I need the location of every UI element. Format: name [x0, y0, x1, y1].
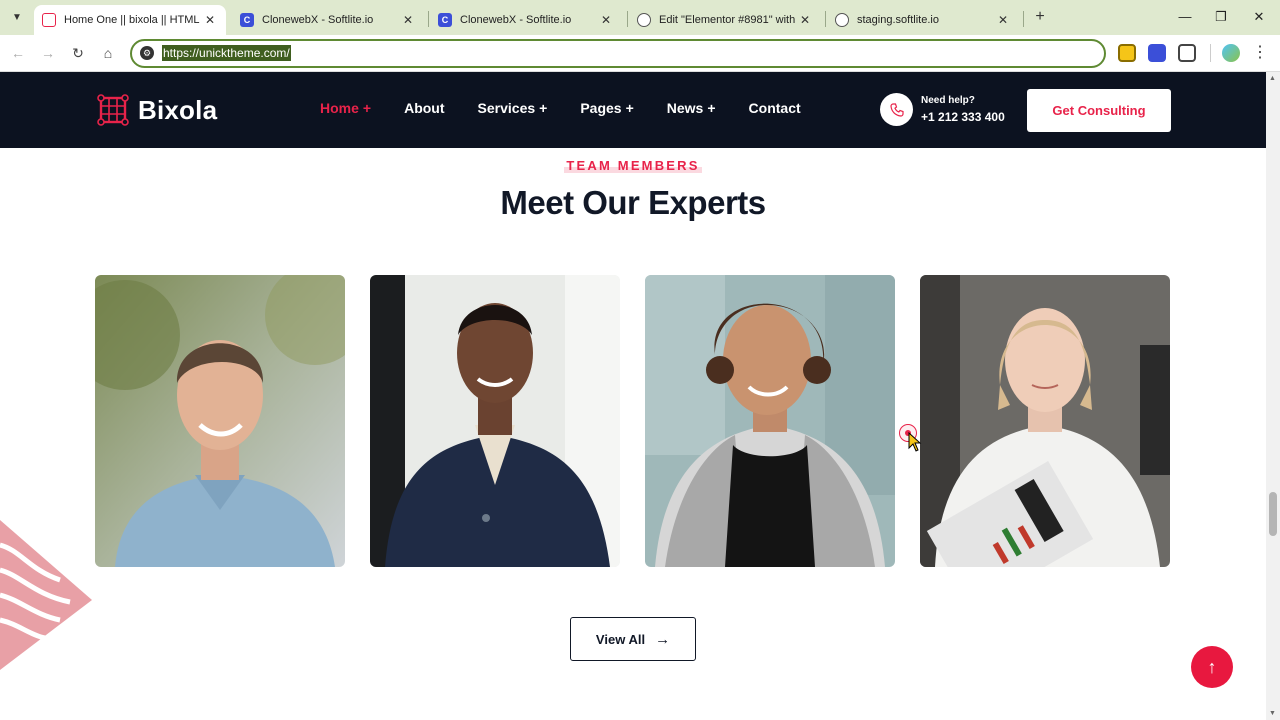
- new-tab-button[interactable]: +: [1030, 7, 1050, 27]
- page-scrollbar[interactable]: ▲ ▼: [1266, 72, 1280, 720]
- puzzle-extensions-icon[interactable]: [1178, 44, 1196, 62]
- scrollbar-thumb[interactable]: [1269, 492, 1277, 536]
- team-member-photo: [920, 275, 1170, 567]
- clonewebx-favicon-icon: C: [438, 13, 452, 27]
- site-header: Bixola Home + About Services + Pages + News…: [0, 72, 1266, 148]
- section-eyebrow: TEAM MEMBERS: [0, 157, 1266, 175]
- browser-tab-4[interactable]: staging.softlite.io ✕: [827, 5, 1019, 35]
- plus-icon: +: [625, 100, 634, 116]
- toolbar-divider: [1210, 44, 1211, 62]
- logo-text: Bixola: [138, 94, 218, 125]
- nav-item-pages[interactable]: Pages +: [580, 100, 633, 116]
- tab-divider: [428, 11, 429, 27]
- get-consulting-button[interactable]: Get Consulting: [1027, 89, 1171, 132]
- profile-avatar[interactable]: [1222, 44, 1240, 62]
- bixola-logo-icon: [97, 94, 129, 126]
- tab-divider: [825, 11, 826, 27]
- nav-item-news[interactable]: News +: [667, 100, 716, 116]
- tab-title: Home One || bixola || HTML 5 Te: [64, 14, 202, 26]
- address-bar[interactable]: ⚙ https://unicktheme.com/: [130, 39, 1106, 68]
- bixola-favicon-icon: [42, 13, 56, 27]
- nav-label: Home: [320, 100, 359, 116]
- tab-title: ClonewebX - Softlite.io: [262, 14, 374, 26]
- nav-item-about[interactable]: About: [404, 100, 444, 116]
- decorative-shape-icon: [0, 520, 92, 670]
- section-heading: Meet Our Experts: [500, 184, 766, 221]
- nav-item-services[interactable]: Services +: [478, 100, 548, 116]
- home-button[interactable]: ⌂: [97, 42, 119, 64]
- window-close-button[interactable]: ✕: [1244, 6, 1274, 28]
- tab-divider: [1023, 11, 1024, 27]
- plus-icon: +: [362, 100, 372, 116]
- globe-favicon-icon: [835, 13, 849, 27]
- nav-label: Pages: [580, 100, 622, 116]
- back-to-top-button[interactable]: ↑: [1191, 646, 1233, 688]
- team-member-card-4[interactable]: [920, 275, 1170, 567]
- site-info-icon[interactable]: ⚙: [140, 46, 154, 60]
- nav-item-contact[interactable]: Contact: [749, 100, 801, 116]
- back-button[interactable]: ←: [7, 42, 29, 64]
- team-member-photo: [370, 275, 620, 567]
- browser-tab-strip: ▼ Home One || bixola || HTML 5 Te ✕ C Cl…: [0, 0, 1280, 35]
- browser-tab-2[interactable]: C ClonewebX - Softlite.io ✕: [430, 5, 622, 35]
- extension-icon[interactable]: [1118, 44, 1136, 62]
- tab-divider: [627, 11, 628, 27]
- tab-title: staging.softlite.io: [857, 14, 939, 26]
- team-member-card-2[interactable]: [370, 275, 620, 567]
- forward-button[interactable]: →: [37, 42, 59, 64]
- clonewebx-extension-icon[interactable]: [1148, 44, 1166, 62]
- phone-icon: [880, 93, 913, 126]
- view-all-button[interactable]: View All →: [570, 617, 696, 661]
- maximize-button[interactable]: ❐: [1206, 6, 1236, 28]
- tab-title: Edit "Elementor #8981" with Ele: [659, 14, 797, 26]
- browser-tab-0[interactable]: Home One || bixola || HTML 5 Te ✕: [34, 5, 226, 35]
- minimize-button[interactable]: —: [1170, 6, 1200, 28]
- eyebrow-text: TEAM MEMBERS: [564, 158, 702, 173]
- nav-item-home[interactable]: Home +: [320, 100, 371, 116]
- arrow-right-icon: →: [655, 630, 671, 648]
- scroll-down-arrow-icon[interactable]: ▼: [1269, 710, 1276, 717]
- mouse-pointer-icon: [908, 432, 922, 452]
- browser-tab-3[interactable]: Edit "Elementor #8981" with Ele ✕: [629, 5, 821, 35]
- arrow-up-icon: ↑: [1207, 656, 1217, 677]
- tab-close-icon[interactable]: ✕: [400, 13, 416, 27]
- reload-button[interactable]: ↻: [67, 42, 89, 64]
- browser-toolbar: ← → ↻ ⌂ ⚙ https://unicktheme.com/ ⋮: [0, 35, 1280, 72]
- tab-search-chevron-icon[interactable]: ▼: [6, 6, 28, 28]
- tab-close-icon[interactable]: ✕: [202, 13, 218, 27]
- team-member-card-1[interactable]: [95, 275, 345, 567]
- nav-label: About: [404, 100, 445, 116]
- browser-tab-1[interactable]: C ClonewebX - Softlite.io ✕: [232, 5, 424, 35]
- scroll-up-arrow-icon[interactable]: ▲: [1269, 75, 1276, 82]
- help-label: Need help?: [921, 95, 975, 106]
- nav-label: News: [666, 100, 704, 116]
- help-phone[interactable]: +1 212 333 400: [921, 110, 1005, 124]
- tab-title: ClonewebX - Softlite.io: [460, 14, 572, 26]
- view-all-label: View All: [595, 631, 646, 647]
- team-member-photo: [645, 275, 895, 567]
- plus-icon: +: [539, 100, 548, 116]
- help-contact[interactable]: Need help? +1 212 333 400: [880, 93, 1005, 126]
- tab-close-icon[interactable]: ✕: [797, 13, 813, 27]
- tab-close-icon[interactable]: ✕: [598, 13, 614, 27]
- tab-close-icon[interactable]: ✕: [995, 13, 1011, 27]
- main-nav: Home + About Services + Pages + News + Conta…: [320, 100, 834, 116]
- team-member-photo: [95, 275, 345, 567]
- address-url[interactable]: https://unicktheme.com/: [162, 45, 291, 61]
- site-logo[interactable]: Bixola: [97, 94, 217, 126]
- team-member-card-3[interactable]: [645, 275, 895, 567]
- nav-label: Services: [477, 100, 536, 116]
- globe-favicon-icon: [637, 13, 651, 27]
- nav-label: Contact: [748, 100, 801, 116]
- browser-menu-icon[interactable]: ⋮: [1252, 43, 1268, 63]
- plus-icon: +: [707, 100, 716, 116]
- clonewebx-favicon-icon: C: [240, 13, 254, 27]
